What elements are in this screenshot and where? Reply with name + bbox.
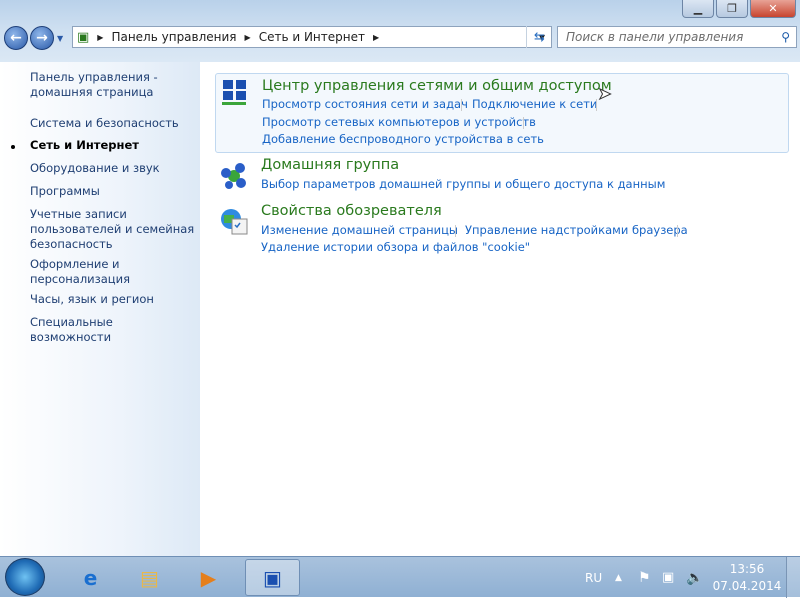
volume-icon[interactable]: 🔈: [686, 557, 703, 598]
taskbar-explorer[interactable]: ▤: [122, 559, 177, 596]
title-bar: ▁ ❐ ✕ ← → ▼ ▣ ▶ Панель управления ▶ Сеть…: [0, 0, 800, 62]
current-bullet: [11, 145, 15, 149]
refresh-button[interactable]: ⇆: [526, 26, 552, 48]
sidebar-item-accounts[interactable]: Учетные записи пользователей и семейная …: [30, 207, 195, 252]
search-placeholder: Поиск в панели управления: [566, 30, 744, 44]
arrow-right-icon: →: [36, 30, 48, 46]
taskbar-internet-explorer[interactable]: e: [63, 559, 118, 596]
show-desktop-button[interactable]: [786, 557, 800, 598]
homegroup-icon: [221, 163, 246, 189]
group-homegroup: Домашняя группа Выбор параметров домашне…: [215, 157, 789, 197]
media-player-icon: ▶: [200, 565, 217, 590]
taskbar: e ▤ ▶ ▣ RU ▲ ⚑ ▣ 🔈 13:56 07.04.2014: [0, 556, 800, 598]
language-indicator[interactable]: RU: [585, 557, 602, 598]
separator: [523, 117, 524, 129]
sidebar-item-programs[interactable]: Программы: [30, 184, 195, 199]
taskbar-media-player[interactable]: ▶: [181, 559, 236, 596]
control-panel-icon: ▣: [263, 565, 282, 590]
minimize-icon: ▁: [693, 2, 703, 15]
search-input[interactable]: Поиск в панели управления ⚲: [557, 26, 797, 48]
close-icon: ✕: [768, 2, 778, 15]
taskbar-control-panel[interactable]: ▣: [245, 559, 300, 596]
breadcrumb-network[interactable]: Сеть и Интернет: [259, 30, 365, 44]
group-title-homegroup[interactable]: Домашняя группа: [261, 157, 399, 173]
sidebar-item-hardware[interactable]: Оборудование и звук: [30, 161, 195, 176]
clock-time: 13:56: [729, 562, 765, 576]
back-button[interactable]: ←: [4, 26, 28, 50]
sidebar-item-network[interactable]: Сеть и Интернет: [30, 138, 195, 153]
link-change-homepage[interactable]: Изменение домашней страницы: [261, 223, 458, 237]
link-connect-network[interactable]: Подключение к сети: [472, 97, 597, 111]
close-button[interactable]: ✕: [750, 0, 796, 18]
clock-date: 07.04.2014: [712, 579, 782, 593]
start-button[interactable]: [5, 558, 45, 596]
separator: [596, 99, 597, 111]
sidebar: Панель управления - домашняя страница Си…: [0, 62, 200, 556]
group-network-center: Центр управления сетями и общим доступом…: [215, 73, 789, 153]
link-delete-history[interactable]: Удаление истории обзора и файлов "cookie…: [261, 240, 530, 254]
restore-icon: ❐: [727, 2, 737, 15]
sidebar-item-security[interactable]: Система и безопасность: [30, 116, 195, 131]
group-internet-options: Свойства обозревателя Изменение домашней…: [215, 203, 789, 259]
group-title-network-center[interactable]: Центр управления сетями и общим доступом: [262, 78, 612, 94]
sidebar-item-appearance[interactable]: Оформление и персонализация: [30, 257, 160, 287]
sidebar-item-accessibility[interactable]: Специальные возможности: [30, 315, 195, 345]
breadcrumb-control-panel[interactable]: Панель управления: [111, 30, 236, 44]
link-homegroup-options[interactable]: Выбор параметров домашней группы и общег…: [261, 177, 665, 191]
sidebar-item-clock[interactable]: Часы, язык и регион: [30, 292, 195, 307]
link-network-computers[interactable]: Просмотр сетевых компьютеров и устройств: [262, 115, 536, 129]
separator: [461, 99, 462, 111]
internet-explorer-icon: e: [83, 565, 98, 590]
clock[interactable]: 13:56 07.04.2014: [712, 561, 782, 595]
control-panel-icon: ▣: [77, 29, 90, 45]
chevron-right-icon[interactable]: ▶: [245, 33, 251, 42]
restore-button[interactable]: ❐: [716, 0, 748, 18]
arrow-left-icon: ←: [10, 30, 22, 46]
mouse-cursor-icon: ➤: [597, 84, 612, 104]
separator: [677, 225, 678, 237]
content-area: Центр управления сетями и общим доступом…: [200, 62, 800, 556]
recent-pages-dropdown[interactable]: ▼: [57, 34, 63, 43]
sidebar-item-home[interactable]: Панель управления - домашняя страница: [30, 70, 195, 100]
separator: [455, 225, 456, 237]
internet-options-icon: [221, 209, 248, 235]
link-manage-addons[interactable]: Управление надстройками браузера: [465, 223, 688, 237]
folder-icon: ▤: [140, 565, 159, 590]
forward-button[interactable]: →: [30, 26, 54, 50]
link-add-wireless[interactable]: Добавление беспроводного устройства в се…: [262, 132, 544, 146]
network-icon[interactable]: ▣: [662, 557, 674, 598]
search-icon[interactable]: ⚲: [781, 30, 790, 44]
action-center-flag-icon[interactable]: ⚑: [638, 557, 651, 598]
chevron-right-icon[interactable]: ▶: [373, 33, 379, 42]
chevron-right-icon[interactable]: ▶: [97, 33, 103, 42]
refresh-icon: ⇆: [534, 29, 545, 45]
network-center-icon: [222, 80, 246, 105]
show-hidden-icons-button[interactable]: ▲: [615, 557, 622, 598]
link-network-status[interactable]: Просмотр состояния сети и задач: [262, 97, 468, 111]
group-title-internet-options[interactable]: Свойства обозревателя: [261, 203, 442, 219]
minimize-button[interactable]: ▁: [682, 0, 714, 18]
address-bar[interactable]: ▣ ▶ Панель управления ▶ Сеть и Интернет …: [72, 26, 552, 48]
